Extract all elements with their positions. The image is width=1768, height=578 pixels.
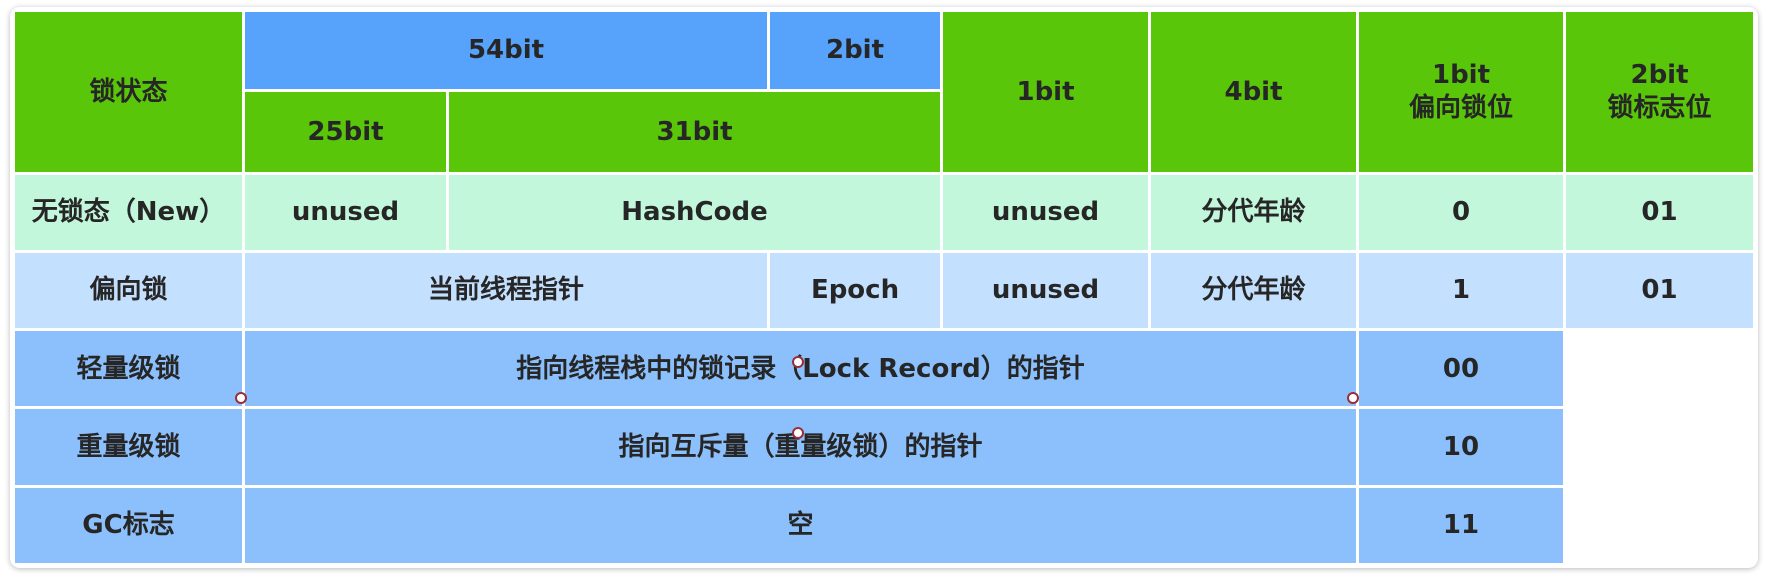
row-unlocked-state: 无锁态（New） <box>15 174 242 250</box>
row-lightweight: 轻量级锁 指向线程栈中的锁记录（Lock Record）的指针 00 <box>15 331 1753 407</box>
row-heavyweight-state: 重量级锁 <box>15 409 242 485</box>
row-unlocked: 无锁态（New） unused HashCode unused 分代年龄 0 0… <box>15 174 1753 250</box>
header-lock-state: 锁状态 <box>15 12 242 172</box>
row-unlocked-unused-25bit: unused <box>245 174 446 250</box>
resize-handle-left[interactable] <box>235 392 247 404</box>
row-lightweight-flag: 00 <box>1359 331 1564 407</box>
row-unlocked-biased-bit: 0 <box>1359 174 1564 250</box>
row-biased-flag: 01 <box>1566 252 1753 329</box>
resize-handle-top[interactable] <box>792 356 804 368</box>
row-heavyweight-flag: 10 <box>1359 409 1564 485</box>
resize-handle-bottom[interactable] <box>792 427 804 439</box>
row-biased-unused-1bit: unused <box>943 252 1149 329</box>
mark-word-table: 锁状态 54bit 2bit 1bit 4bit 1bit 偏向锁位 2bit … <box>12 9 1756 566</box>
row-gc-flag: 11 <box>1359 487 1564 563</box>
row-gc-content: 空 <box>245 487 1357 563</box>
row-biased-thread-pointer: 当前线程指针 <box>245 252 768 329</box>
row-biased: 偏向锁 当前线程指针 Epoch unused 分代年龄 1 01 <box>15 252 1753 329</box>
header-row-1: 锁状态 54bit 2bit 1bit 4bit 1bit 偏向锁位 2bit … <box>15 12 1753 172</box>
header-biased-bit-size: 1bit <box>1431 60 1491 91</box>
row-unlocked-flag: 01 <box>1566 174 1753 250</box>
header-biased-bit: 1bit 偏向锁位 <box>1359 12 1564 172</box>
header-1bit: 1bit <box>943 12 1149 172</box>
header-4bit: 4bit <box>1151 12 1357 172</box>
row-gc-state: GC标志 <box>15 487 242 563</box>
row-lightweight-state: 轻量级锁 <box>15 331 242 407</box>
row-biased-age: 分代年龄 <box>1151 252 1357 329</box>
header-flag-bit-size: 2bit <box>1630 60 1689 91</box>
row-gc: GC标志 空 11 <box>15 487 1753 563</box>
row-biased-state: 偏向锁 <box>15 252 242 329</box>
row-biased-epoch: Epoch <box>770 252 941 329</box>
row-lightweight-content: 指向线程栈中的锁记录（Lock Record）的指针 <box>245 331 1357 407</box>
row-unlocked-unused-1bit: unused <box>943 174 1149 250</box>
header-biased-bit-label: 偏向锁位 <box>1409 92 1514 123</box>
row-biased-biased-bit: 1 <box>1359 252 1564 329</box>
resize-handle-right[interactable] <box>1347 392 1359 404</box>
row-heavyweight-content[interactable]: 指向互斥量（重量级锁）的指针 <box>245 409 1357 485</box>
row-unlocked-hashcode: HashCode <box>449 174 941 250</box>
header-25bit: 25bit <box>245 92 446 172</box>
header-54bit: 54bit <box>245 12 768 90</box>
header-31bit: 31bit <box>449 92 941 172</box>
header-2bit-epoch: 2bit <box>770 12 941 90</box>
header-flag-bit-label: 锁标志位 <box>1607 92 1712 123</box>
row-heavyweight: 重量级锁 指向互斥量（重量级锁）的指针 10 <box>15 409 1753 485</box>
row-unlocked-age: 分代年龄 <box>1151 174 1357 250</box>
header-flag-bit: 2bit 锁标志位 <box>1566 12 1753 172</box>
